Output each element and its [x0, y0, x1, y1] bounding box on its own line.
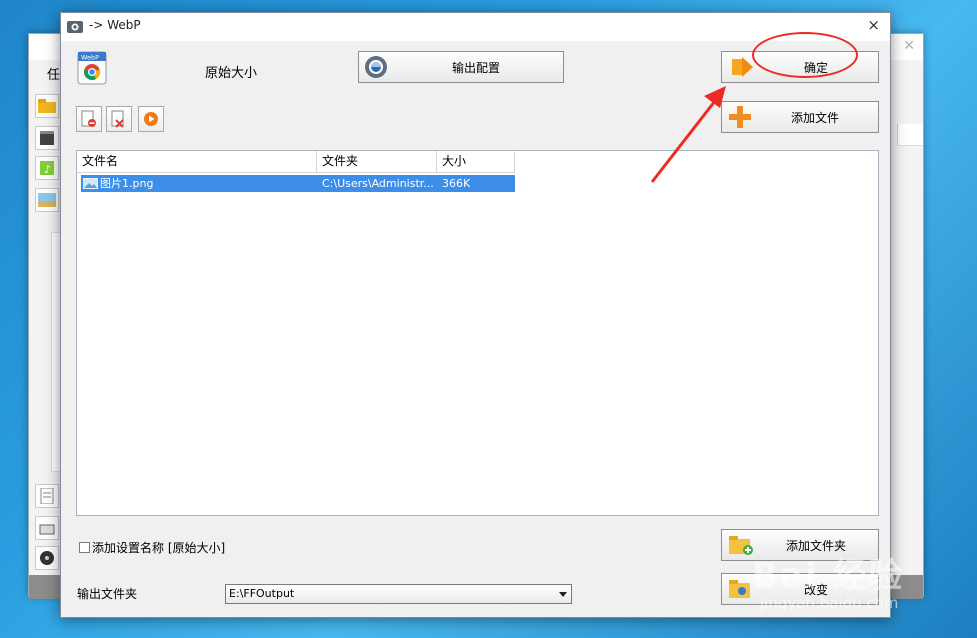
file-list[interactable]: 文件名 文件夹 大小 图片1.png C:\Users\Administr...… [76, 150, 879, 516]
svg-text:♪: ♪ [44, 163, 51, 176]
change-folder-icon [729, 580, 750, 598]
file-name-cell: 图片1.png [81, 175, 317, 192]
picture-icon[interactable] [35, 188, 59, 212]
file-size: 366K [442, 177, 471, 190]
video-icon[interactable] [35, 126, 59, 150]
file-folder: C:\Users\Administr... [322, 177, 434, 190]
webp-format-icon: WebP [77, 51, 107, 85]
film-reel-icon[interactable] [35, 546, 59, 570]
file-name: 图片1.png [100, 177, 154, 190]
webp-convert-dialog: -> WebP × WebP 原始大小 输出配置 确定 添加文件 文件名 文件夹… [60, 12, 891, 618]
background-column-divider [897, 124, 923, 146]
output-folder-select[interactable]: E:\FFOutput [225, 584, 572, 604]
add-setting-name-option[interactable]: 添加设置名称 [原始大小] [79, 539, 225, 556]
add-file-label: 添加文件 [790, 110, 839, 125]
column-header-filename[interactable]: 文件名 [77, 151, 317, 173]
annotation-arrow-icon [650, 86, 726, 183]
dialog-titlebar: -> WebP × [61, 13, 890, 41]
background-menu-item[interactable]: 任 [47, 64, 60, 83]
app-icon [67, 21, 83, 33]
file-list-header: 文件名 文件夹 大小 [77, 151, 515, 173]
remove-file-button[interactable] [76, 106, 102, 132]
output-folder-value: E:\FFOutput [229, 587, 295, 600]
start-button[interactable] [138, 106, 164, 132]
remove-icon [81, 110, 96, 127]
svg-text:WebP: WebP [81, 54, 99, 62]
dialog-title: -> WebP [89, 18, 141, 32]
output-config-button[interactable]: 输出配置 [358, 51, 564, 83]
image-file-icon [83, 178, 98, 189]
column-header-folder[interactable]: 文件夹 [317, 151, 437, 173]
play-icon [144, 112, 158, 126]
watermark-logo: Bai 经验 [752, 556, 905, 596]
settings-gear-icon [365, 56, 387, 78]
document-icon[interactable] [35, 484, 59, 508]
column-header-size[interactable]: 大小 [437, 151, 515, 173]
clear-list-icon [111, 110, 124, 128]
arrow-right-icon [732, 57, 753, 77]
watermark-url: jingyan.baidu.com [760, 594, 899, 612]
annotation-ellipse [752, 32, 858, 78]
folder-icon[interactable] [35, 94, 59, 118]
output-config-label: 输出配置 [451, 60, 500, 75]
add-setting-name-label: 添加设置名称 [原始大小] [92, 541, 226, 555]
output-folder-label: 输出文件夹 [77, 587, 138, 601]
close-icon[interactable]: × [867, 16, 880, 34]
chevron-down-icon[interactable] [559, 592, 567, 597]
add-folder-icon [729, 536, 753, 555]
preset-label: 原始大小 [205, 66, 258, 81]
audio-icon[interactable]: ♪ [35, 156, 59, 180]
add-file-button[interactable]: 添加文件 [721, 101, 879, 133]
table-row[interactable]: 图片1.png C:\Users\Administr... 366K [81, 175, 515, 192]
add-setting-name-checkbox[interactable] [79, 542, 90, 553]
clear-list-button[interactable] [106, 106, 132, 132]
disc-drive-icon[interactable] [35, 516, 59, 540]
background-close-icon[interactable]: ✕ [903, 38, 915, 54]
